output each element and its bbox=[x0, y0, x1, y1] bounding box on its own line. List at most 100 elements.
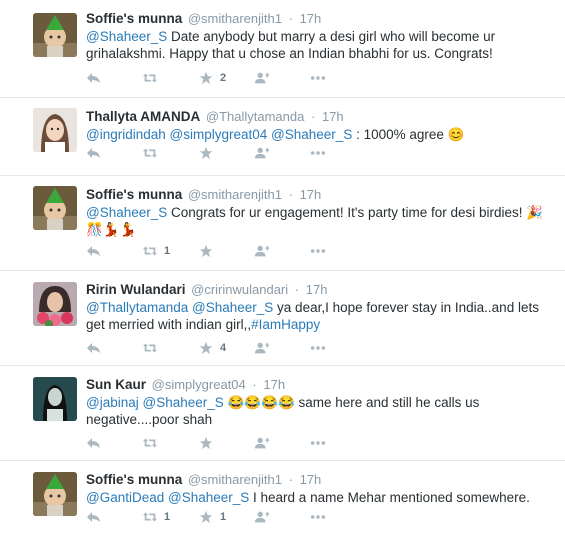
like-count: 1 bbox=[220, 511, 227, 523]
user-handle[interactable]: @smitharenjith1 bbox=[188, 11, 282, 26]
hashtag-link[interactable]: #IamHappy bbox=[251, 317, 320, 332]
retweet-button[interactable] bbox=[142, 71, 198, 85]
tweet[interactable]: Ririn Wulandari @cririnwulandari · 17h @… bbox=[0, 271, 565, 366]
more-options-button[interactable] bbox=[310, 244, 326, 258]
retweet-button[interactable] bbox=[142, 146, 198, 160]
mention-link[interactable]: @jabinaj bbox=[86, 395, 139, 410]
user-handle[interactable]: @smitharenjith1 bbox=[188, 187, 282, 202]
user-handle[interactable]: @simplygreat04 bbox=[152, 377, 246, 392]
avatar[interactable] bbox=[33, 108, 77, 152]
follow-button[interactable] bbox=[254, 71, 310, 85]
avatar[interactable] bbox=[33, 377, 77, 421]
mention-link[interactable]: @Thallytamanda bbox=[86, 300, 188, 315]
like-button[interactable]: 4 bbox=[198, 341, 254, 355]
follow-button[interactable] bbox=[254, 341, 310, 355]
action-bar: 11 bbox=[86, 508, 326, 526]
mention-link[interactable]: @simplygreat04 bbox=[170, 127, 268, 142]
like-button[interactable] bbox=[198, 244, 254, 258]
avatar[interactable] bbox=[33, 186, 77, 230]
retweet-button[interactable]: 1 bbox=[142, 510, 198, 524]
mention-link[interactable]: @GantiDead bbox=[86, 490, 164, 505]
avatar[interactable] bbox=[33, 282, 77, 326]
reply-button[interactable] bbox=[86, 146, 142, 160]
user-handle[interactable]: @smitharenjith1 bbox=[188, 472, 282, 487]
retweet-icon bbox=[142, 71, 158, 85]
avatar[interactable] bbox=[33, 13, 77, 57]
display-name[interactable]: Soffie's munna bbox=[86, 187, 182, 202]
reply-button[interactable] bbox=[86, 510, 142, 524]
tweet[interactable]: Soffie's munna @smitharenjith1 · 17h @Sh… bbox=[0, 176, 565, 271]
timestamp[interactable]: 17h bbox=[263, 377, 285, 392]
follow-button[interactable] bbox=[254, 436, 310, 450]
more-icon bbox=[310, 71, 326, 85]
mention-link[interactable]: @ingridindah bbox=[86, 127, 166, 142]
timestamp[interactable]: 17h bbox=[306, 282, 328, 297]
like-icon bbox=[198, 244, 214, 258]
timestamp[interactable]: 17h bbox=[300, 11, 322, 26]
like-icon bbox=[198, 510, 214, 524]
retweet-icon bbox=[142, 244, 158, 258]
avatar-woman-flowers-icon bbox=[33, 282, 77, 326]
follow-button[interactable] bbox=[254, 510, 310, 524]
tweet[interactable]: Thallyta AMANDA @Thallytamanda · 17h @in… bbox=[0, 98, 565, 176]
like-button[interactable]: 1 bbox=[198, 510, 254, 524]
tweet-text: @Shaheer_S Congrats for ur engagement! I… bbox=[86, 204, 557, 238]
like-button[interactable]: 2 bbox=[198, 71, 254, 85]
retweet-icon bbox=[142, 146, 158, 160]
more-options-button[interactable] bbox=[310, 436, 326, 450]
timestamp[interactable]: 17h bbox=[322, 109, 344, 124]
action-bar bbox=[86, 144, 326, 162]
more-options-button[interactable] bbox=[310, 341, 326, 355]
separator-dot: · bbox=[310, 109, 316, 124]
reply-icon bbox=[86, 146, 102, 160]
mention-link[interactable]: @Shaheer_S bbox=[192, 300, 273, 315]
mention-link[interactable]: @Shaheer_S bbox=[143, 395, 224, 410]
display-name[interactable]: Ririn Wulandari bbox=[86, 282, 186, 297]
mention-link[interactable]: @Shaheer_S bbox=[168, 490, 249, 505]
reply-button[interactable] bbox=[86, 436, 142, 450]
tweet[interactable]: Soffie's munna @smitharenjith1 · 17h @Sh… bbox=[0, 0, 565, 98]
display-name[interactable]: Soffie's munna bbox=[86, 11, 182, 26]
follow-icon bbox=[254, 71, 270, 85]
avatar-dark-teal-icon bbox=[33, 377, 77, 421]
follow-button[interactable] bbox=[254, 146, 310, 160]
user-handle[interactable]: @cririnwulandari bbox=[191, 282, 288, 297]
timestamp[interactable]: 17h bbox=[300, 472, 322, 487]
tweet-text: @GantiDead @Shaheer_S I heard a name Meh… bbox=[86, 489, 557, 506]
display-name[interactable]: Sun Kaur bbox=[86, 377, 146, 392]
avatar-woman-light-icon bbox=[33, 108, 77, 152]
mention-link[interactable]: @Shaheer_S bbox=[86, 205, 167, 220]
timestamp[interactable]: 17h bbox=[300, 187, 322, 202]
like-count: 4 bbox=[220, 342, 227, 354]
avatar[interactable] bbox=[33, 472, 77, 516]
retweet-button[interactable]: 1 bbox=[142, 244, 198, 258]
tweet[interactable]: Soffie's munna @smitharenjith1 · 17h @Ga… bbox=[0, 461, 565, 538]
display-name[interactable]: Thallyta AMANDA bbox=[86, 109, 200, 124]
action-bar: 2 bbox=[86, 69, 326, 87]
reply-icon bbox=[86, 436, 102, 450]
more-options-button[interactable] bbox=[310, 71, 326, 85]
user-handle[interactable]: @Thallytamanda bbox=[206, 109, 304, 124]
tweet-text: @jabinaj @Shaheer_S 😂😂😂😂 same here and s… bbox=[86, 394, 557, 428]
tweet[interactable]: Sun Kaur @simplygreat04 · 17h @jabinaj @… bbox=[0, 366, 565, 461]
reply-button[interactable] bbox=[86, 71, 142, 85]
retweet-button[interactable] bbox=[142, 341, 198, 355]
avatar-child-green-hat-icon bbox=[33, 186, 77, 230]
reply-icon bbox=[86, 244, 102, 258]
like-button[interactable] bbox=[198, 436, 254, 450]
more-options-button[interactable] bbox=[310, 146, 326, 160]
mention-link[interactable]: @Shaheer_S bbox=[86, 29, 167, 44]
more-options-button[interactable] bbox=[310, 510, 326, 524]
tweet-feed: Soffie's munna @smitharenjith1 · 17h @Sh… bbox=[0, 0, 565, 538]
reply-button[interactable] bbox=[86, 244, 142, 258]
action-bar: 1 bbox=[86, 242, 326, 260]
mention-link[interactable]: @Shaheer_S bbox=[271, 127, 352, 142]
like-button[interactable] bbox=[198, 146, 254, 160]
action-bar: 4 bbox=[86, 339, 326, 357]
reply-button[interactable] bbox=[86, 341, 142, 355]
separator-dot: · bbox=[288, 11, 293, 26]
follow-button[interactable] bbox=[254, 244, 310, 258]
display-name[interactable]: Soffie's munna bbox=[86, 472, 182, 487]
tweet-text: @Thallytamanda @Shaheer_S ya dear,I hope… bbox=[86, 299, 557, 333]
retweet-button[interactable] bbox=[142, 436, 198, 450]
